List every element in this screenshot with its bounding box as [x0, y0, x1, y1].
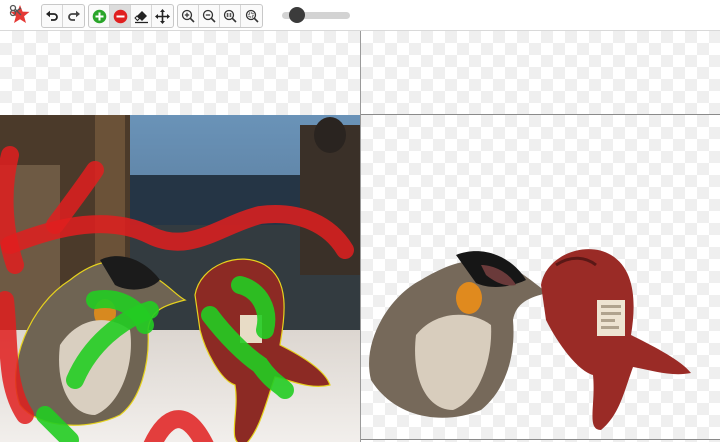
- toolbar: [0, 0, 720, 31]
- redo-button[interactable]: [63, 5, 84, 27]
- app-logo: [8, 3, 32, 27]
- view-group: [177, 4, 263, 28]
- move-button[interactable]: [152, 5, 173, 27]
- zoom-out-icon: [202, 9, 216, 23]
- zoom-in-icon: [181, 9, 195, 23]
- move-arrows-icon: [155, 8, 170, 24]
- photo-bottom-edge: [361, 439, 720, 440]
- zoom-in-button[interactable]: [178, 5, 199, 27]
- photo-top-edge: [361, 114, 720, 115]
- zoom-fit-button[interactable]: [241, 5, 262, 27]
- zoom-actual-button[interactable]: [220, 5, 241, 27]
- result-preview: [361, 31, 720, 442]
- remove-brush-button[interactable]: [110, 5, 131, 27]
- tools-group: [88, 4, 174, 28]
- keep-brush-button[interactable]: [89, 5, 110, 27]
- minus-circle-icon: [113, 9, 127, 23]
- history-group: [41, 4, 85, 28]
- zoom-1to1-icon: [223, 9, 237, 23]
- cutout-result: [369, 249, 691, 430]
- zoom-fit-icon: [245, 9, 259, 23]
- undo-button[interactable]: [42, 5, 63, 27]
- zoom-out-button[interactable]: [199, 5, 220, 27]
- edit-photo: [0, 115, 360, 442]
- eraser-icon: [133, 10, 148, 23]
- plus-circle-icon: [92, 9, 106, 23]
- edit-canvas[interactable]: [0, 31, 360, 442]
- redo-icon: [67, 10, 80, 21]
- slider-thumb[interactable]: [288, 7, 305, 23]
- brush-size-slider[interactable]: [282, 7, 350, 23]
- eraser-button[interactable]: [131, 5, 152, 27]
- undo-icon: [46, 10, 58, 21]
